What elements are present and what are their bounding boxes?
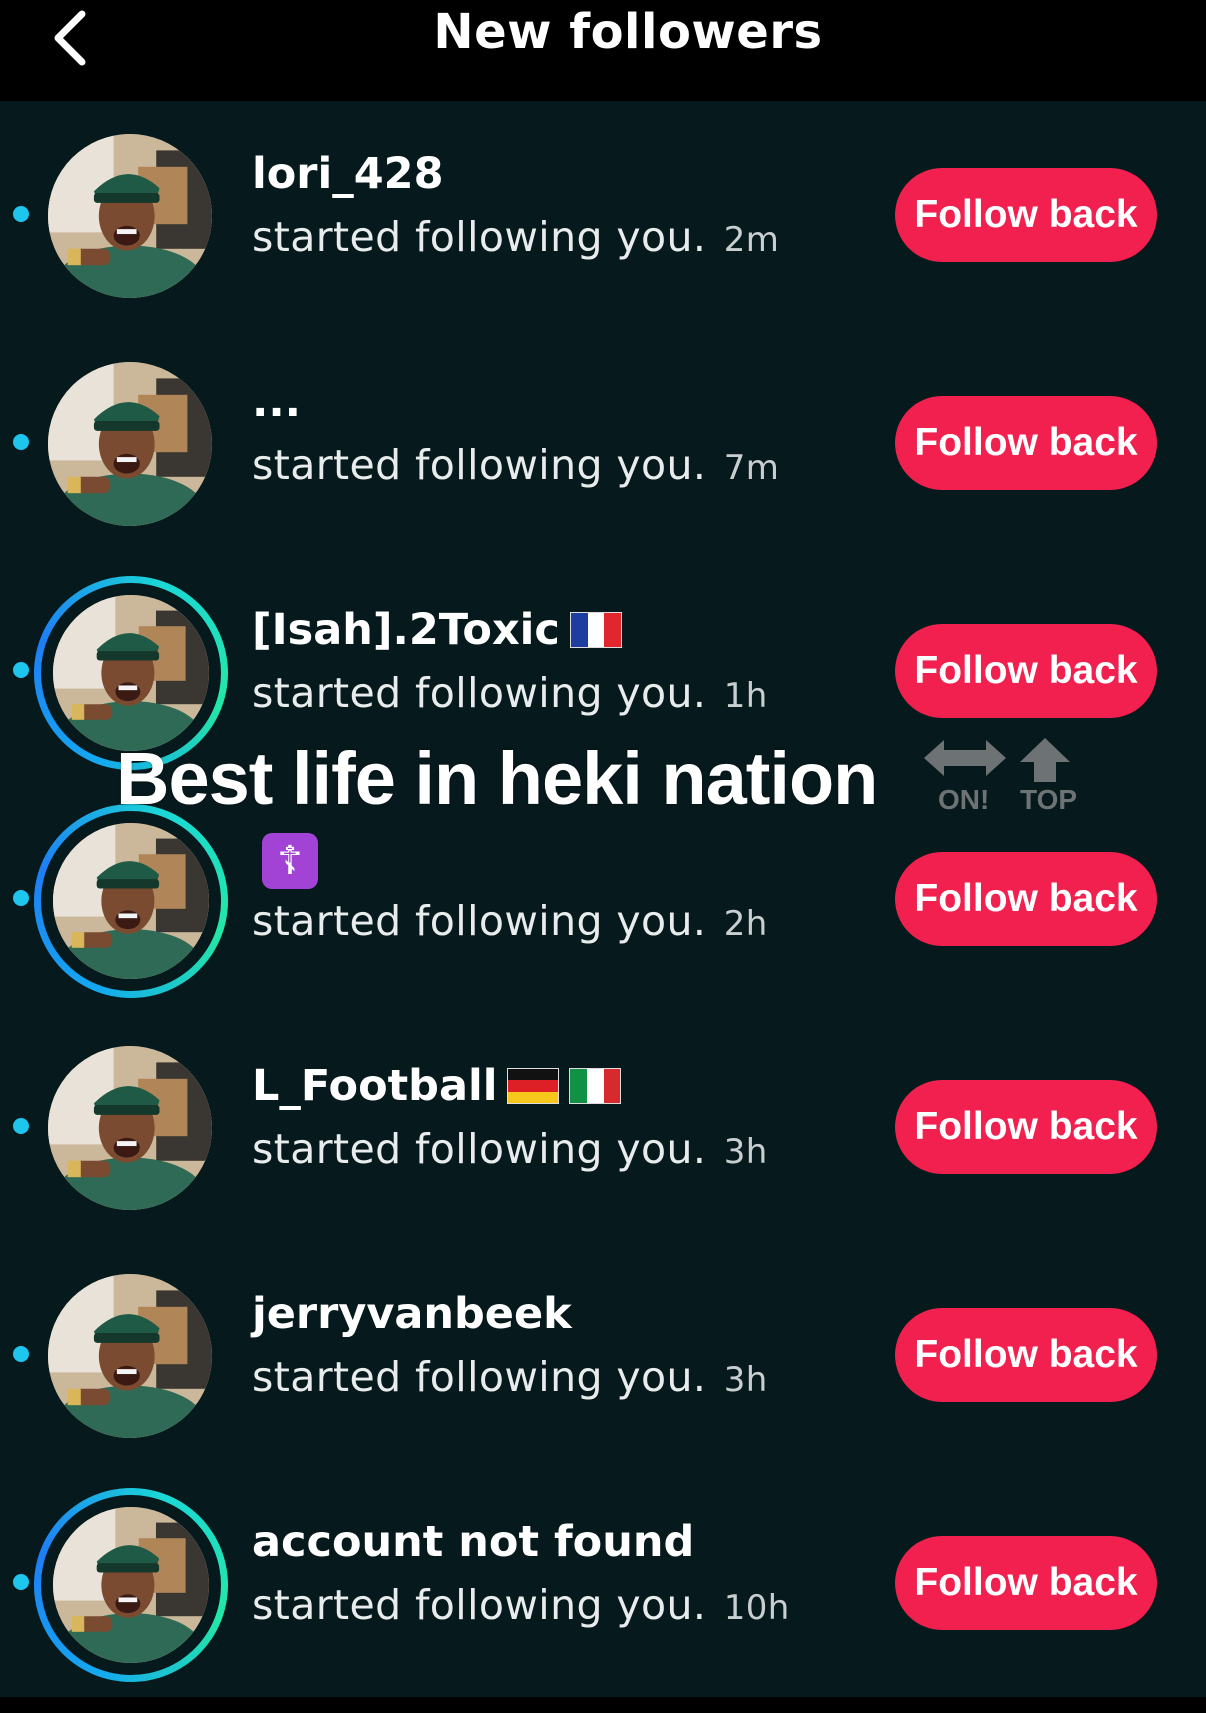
- up-arrow-icon: [1020, 738, 1070, 782]
- italy-flag-icon: [569, 1068, 622, 1104]
- avatar-image: [48, 362, 212, 526]
- avatar-image: [53, 823, 209, 979]
- username-text: account not found: [252, 1517, 695, 1567]
- activity-text: started following you. 7m: [252, 441, 779, 489]
- avatar-image: [48, 1274, 212, 1438]
- overlay-label-top: TOP: [1020, 784, 1078, 815]
- follow-back-button[interactable]: Follow back: [895, 624, 1157, 718]
- avatar[interactable]: [34, 1488, 228, 1682]
- username[interactable]: lori_428: [252, 149, 443, 199]
- follower-row[interactable]: jerryvanbeek started following you. 3h Fol…: [0, 1241, 1206, 1469]
- username-text: ...: [252, 377, 302, 427]
- caption-overlay: Best life in heki nation: [116, 737, 878, 820]
- timestamp: 3h: [723, 1132, 768, 1172]
- timestamp: 3h: [723, 1360, 768, 1400]
- double-arrow-icon: [924, 740, 1006, 776]
- timestamp: 10h: [723, 1588, 790, 1628]
- activity-label: started following you.: [252, 441, 707, 489]
- avatar-image: [53, 1507, 209, 1663]
- follow-back-button[interactable]: Follow back: [895, 396, 1157, 490]
- activity-text: started following you. 3h: [252, 1125, 768, 1173]
- top-bar: New followers: [0, 0, 1206, 101]
- timestamp: 2h: [723, 904, 768, 944]
- avatar-image: [53, 595, 209, 751]
- username[interactable]: ...: [252, 377, 301, 427]
- france-flag-icon: [569, 612, 622, 648]
- avatar[interactable]: [44, 1270, 216, 1442]
- bottom-edge: [0, 1697, 1206, 1713]
- germany-flag-icon: [507, 1068, 560, 1104]
- follow-back-button[interactable]: Follow back: [895, 852, 1157, 946]
- page-title: New followers: [433, 4, 823, 60]
- username-text: jerryvanbeek: [252, 1289, 572, 1339]
- follower-row[interactable]: account not found started following you. …: [0, 1469, 1206, 1697]
- follower-row[interactable]: L_Footballstarted following you. 3h Follo…: [0, 1013, 1206, 1241]
- avatar[interactable]: [44, 130, 216, 302]
- activity-label: started following you.: [252, 1581, 707, 1629]
- follower-row[interactable]: ... started following you. 7m Follow back: [0, 329, 1206, 557]
- activity-text: started following you. 1h: [252, 669, 768, 717]
- follow-back-button[interactable]: Follow back: [895, 1308, 1157, 1402]
- timestamp: 7m: [723, 448, 780, 488]
- username[interactable]: [Isah].2Toxic: [252, 605, 622, 655]
- username-text: lori_428: [252, 149, 444, 199]
- unread-dot-icon: [13, 1346, 29, 1362]
- unread-dot-icon: [13, 662, 29, 678]
- follow-back-button[interactable]: Follow back: [895, 1536, 1157, 1630]
- followers-list: lori_428started following you. 2m Follow …: [0, 101, 1206, 1697]
- orthodox-cross-icon: ☦: [262, 833, 318, 889]
- username[interactable]: account not found: [252, 1517, 694, 1567]
- activity-text: started following you. 10h: [252, 1581, 790, 1629]
- unread-dot-icon: [13, 206, 29, 222]
- username[interactable]: jerryvanbeek: [252, 1289, 572, 1339]
- activity-label: started following you.: [252, 1125, 707, 1173]
- username[interactable]: L_Football: [252, 1061, 622, 1111]
- overlay-label-on: ON!: [938, 784, 990, 815]
- activity-label: started following you.: [252, 213, 707, 261]
- activity-label: started following you.: [252, 897, 707, 945]
- username-text: L_Football: [252, 1061, 498, 1111]
- follow-back-button[interactable]: Follow back: [895, 1080, 1157, 1174]
- overlay-badge: ON! TOP: [922, 736, 1082, 816]
- avatar-image: [48, 1046, 212, 1210]
- activity-label: started following you.: [252, 1353, 707, 1401]
- follow-back-button[interactable]: Follow back: [895, 168, 1157, 262]
- activity-text: started following you. 2m: [252, 213, 779, 261]
- avatar[interactable]: [34, 804, 228, 998]
- avatar[interactable]: [44, 358, 216, 530]
- timestamp: 2m: [723, 220, 780, 260]
- unread-dot-icon: [13, 890, 29, 906]
- avatar-image: [48, 134, 212, 298]
- activity-text: started following you. 3h: [252, 1353, 768, 1401]
- activity-label: started following you.: [252, 669, 707, 717]
- timestamp: 1h: [723, 676, 768, 716]
- unread-dot-icon: [13, 434, 29, 450]
- username-text: [Isah].2Toxic: [252, 605, 560, 655]
- unread-dot-icon: [13, 1118, 29, 1134]
- avatar[interactable]: [44, 1042, 216, 1214]
- follower-row[interactable]: lori_428started following you. 2m Follow …: [0, 101, 1206, 329]
- activity-text: started following you. 2h: [252, 897, 768, 945]
- username[interactable]: ☦: [252, 833, 318, 889]
- unread-dot-icon: [13, 1574, 29, 1590]
